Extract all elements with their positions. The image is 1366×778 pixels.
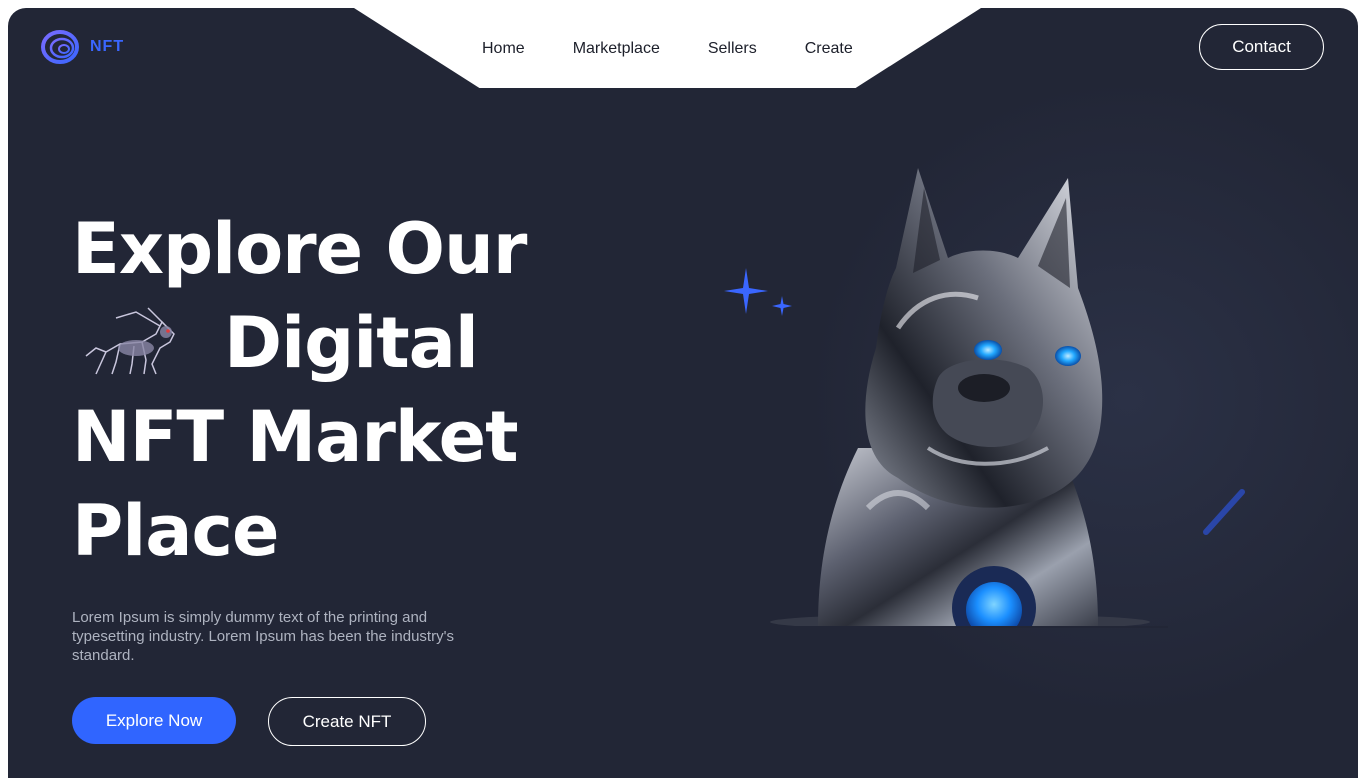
headline-line-2-row: Digital (72, 296, 572, 390)
ring-logo-icon (41, 30, 79, 64)
hero-description: Lorem Ipsum is simply dummy text of the … (72, 609, 454, 664)
brand-logo[interactable]: NFT (40, 28, 124, 66)
nav-home[interactable]: Home (482, 40, 525, 58)
robot-wolf-thumbnail (85, 307, 175, 375)
blue-streak (1203, 489, 1245, 535)
nav-marketplace[interactable]: Marketplace (573, 40, 660, 58)
headline-line-3: NFT Market (72, 396, 519, 478)
create-nft-button[interactable]: Create NFT (268, 697, 426, 746)
hero-headline: Explore Our Digital NFT Market Place (72, 202, 572, 578)
nav-sellers[interactable]: Sellers (708, 40, 757, 58)
headline-line-2: Digital (224, 302, 479, 384)
hero-section: NFT Home Marketplace Sellers Create Cont… (8, 8, 1358, 778)
contact-button[interactable]: Contact (1199, 24, 1324, 70)
nav-create[interactable]: Create (805, 40, 853, 58)
chrome-dog-image (748, 168, 1168, 628)
main-nav: Home Marketplace Sellers Create (482, 40, 853, 58)
headline-line-1: Explore Our (72, 208, 527, 290)
logo-text: NFT (90, 38, 125, 55)
headline-line-4: Place (72, 490, 280, 572)
explore-now-button[interactable]: Explore Now (72, 697, 236, 744)
